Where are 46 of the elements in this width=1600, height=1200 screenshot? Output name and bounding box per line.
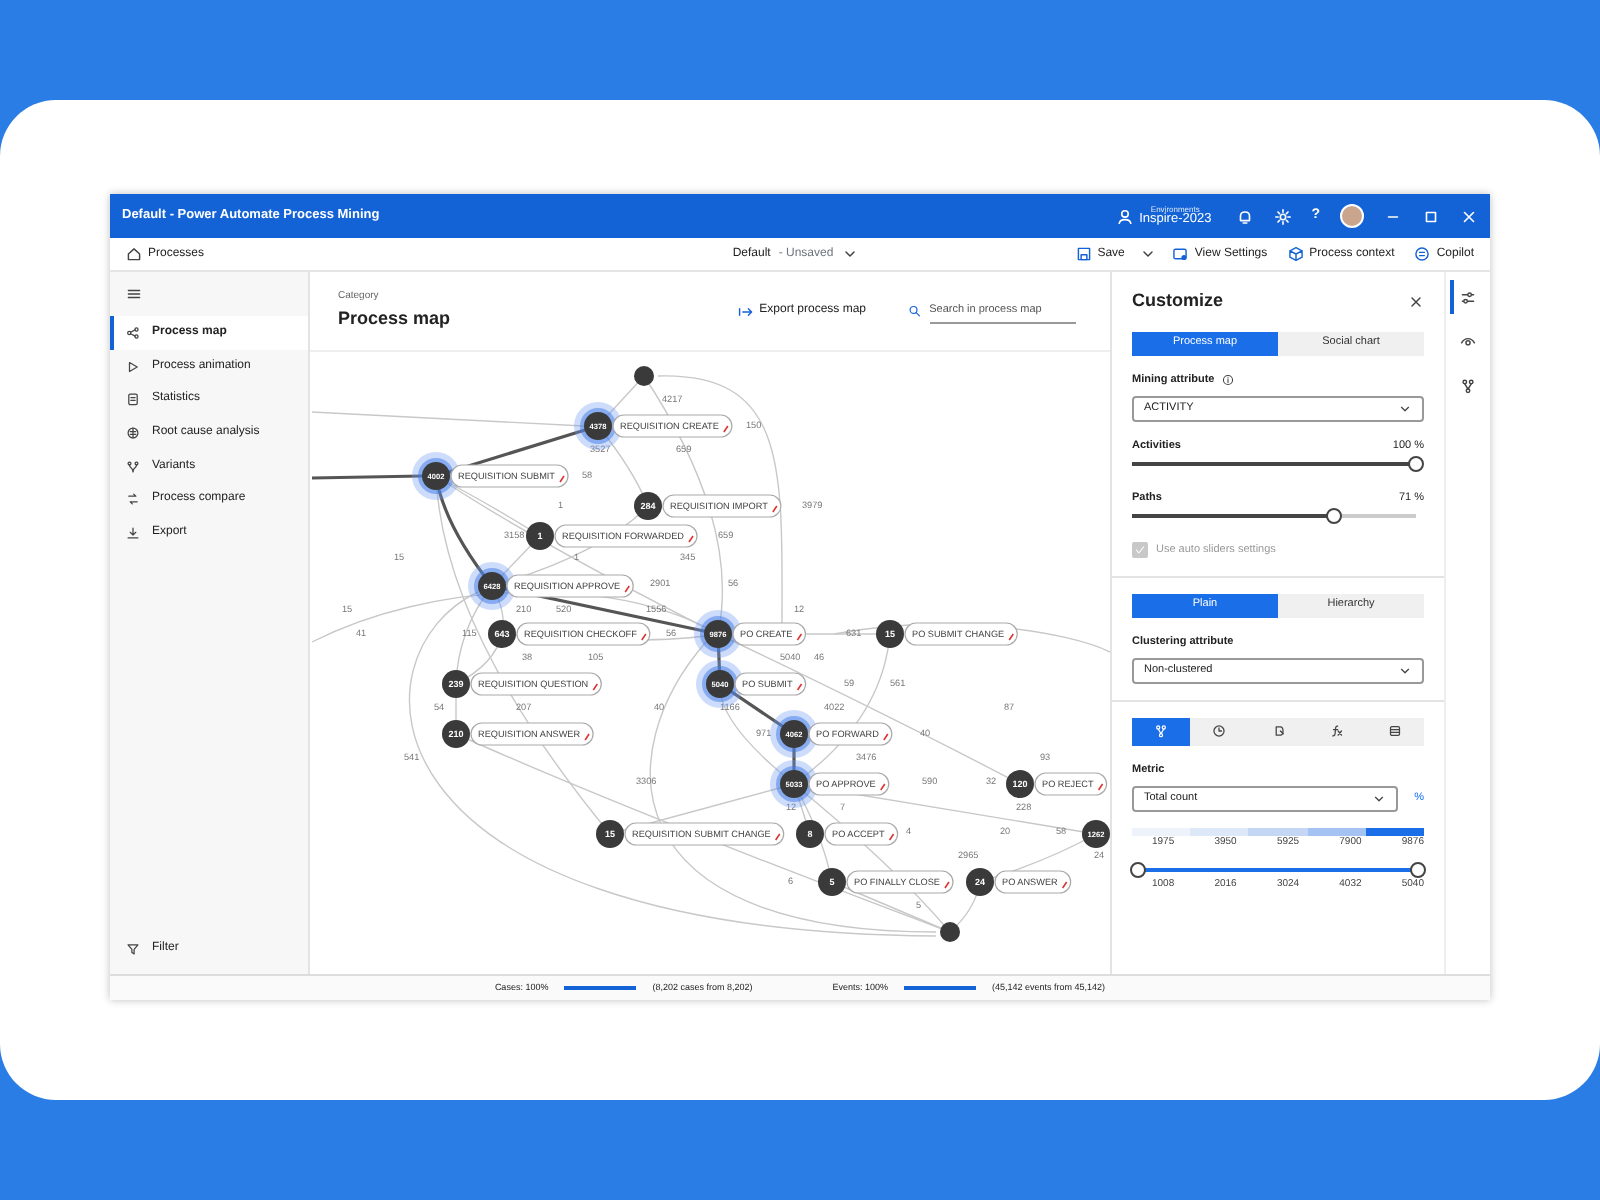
close-icon[interactable]: [1408, 293, 1424, 310]
download-icon: [126, 525, 140, 540]
clipboard-icon: [126, 392, 140, 407]
rework-icon: [1271, 724, 1285, 739]
flow-line: [311, 474, 423, 480]
range-thumb[interactable]: [1410, 861, 1426, 877]
slider-thumb[interactable]: [1408, 456, 1424, 472]
copilot-icon: [1414, 246, 1431, 262]
menu-icon[interactable]: [126, 286, 142, 302]
maximize-icon[interactable]: [1422, 207, 1440, 225]
chevron-down-icon: [1398, 663, 1412, 678]
chevron-down-icon[interactable]: [1140, 246, 1157, 262]
page-title: Process map: [338, 305, 451, 332]
variants-icon: [126, 459, 140, 474]
range-thumb[interactable]: [1130, 861, 1146, 877]
panel-title: Customize: [1132, 288, 1224, 314]
cube-icon: [1287, 246, 1304, 262]
sliders-icon: [1460, 289, 1476, 305]
chevron-down-icon[interactable]: [841, 246, 858, 262]
table-icon: [1387, 724, 1402, 739]
slider-thumb[interactable]: [1325, 508, 1342, 525]
branch-icon: [1460, 377, 1476, 393]
formula-icon: [1329, 724, 1344, 739]
check-icon: [1134, 544, 1146, 557]
chevron-down-icon: [1398, 401, 1412, 416]
eye-icon: [1460, 333, 1476, 349]
environment-icon: [1115, 207, 1134, 225]
root-cause-icon: [126, 425, 140, 440]
info-icon: [1222, 373, 1235, 386]
play-icon: [126, 359, 140, 374]
slider-track[interactable]: [1132, 514, 1416, 519]
save-icon: [1075, 246, 1092, 262]
start-node: [634, 366, 654, 386]
filter-icon: [126, 942, 140, 957]
metric-tab[interactable]: [1132, 717, 1191, 746]
compare-icon: [126, 492, 140, 507]
search-icon: [908, 304, 922, 318]
frequency-icon: [1154, 724, 1169, 739]
export-icon: [737, 303, 754, 319]
chevron-down-icon: [1372, 792, 1387, 806]
home-icon: [126, 246, 142, 262]
avatar[interactable]: [1340, 204, 1364, 228]
notification-icon[interactable]: [1235, 207, 1254, 225]
clock-icon: [1212, 724, 1227, 739]
end-node: [940, 922, 960, 942]
process-map-icon: [126, 325, 140, 340]
